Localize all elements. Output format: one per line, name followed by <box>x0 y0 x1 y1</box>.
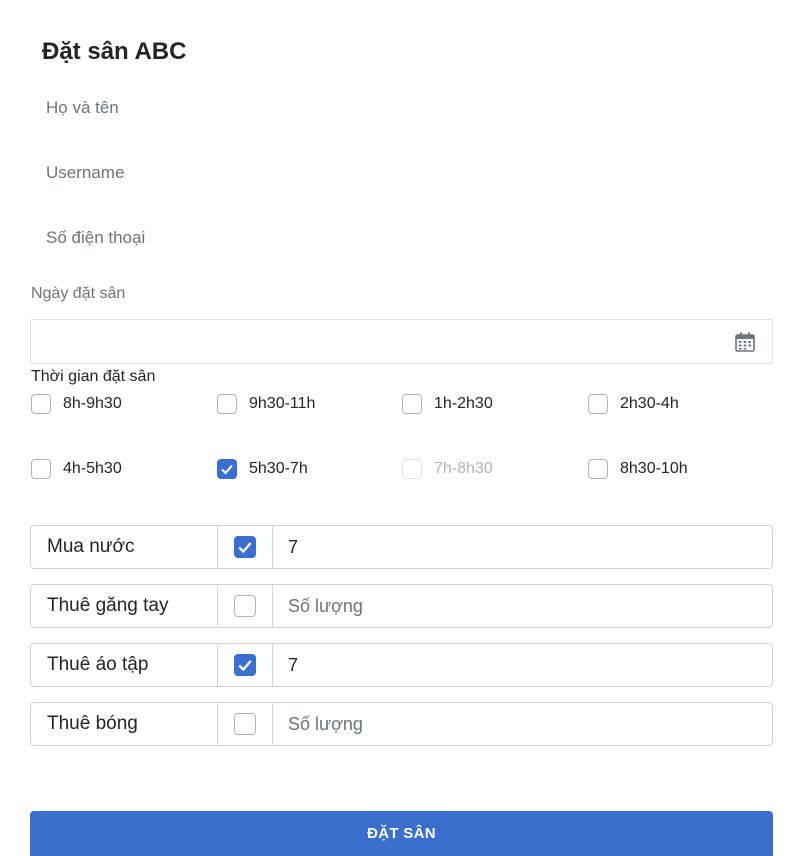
extra-label: Thuê bóng <box>31 703 218 745</box>
time-slot[interactable]: 8h-9h30 <box>31 392 122 416</box>
checkmark-icon <box>221 464 233 475</box>
time-slot[interactable]: 5h30-7h <box>217 457 308 481</box>
time-slot-label: 2h30-4h <box>620 395 679 412</box>
book-court-button[interactable]: ĐẶT SÂN <box>30 811 773 856</box>
date-picker-field[interactable] <box>30 319 773 364</box>
username-input[interactable] <box>30 151 773 195</box>
phone-input[interactable] <box>30 216 773 260</box>
time-slot-label: 4h-5h30 <box>63 460 122 477</box>
time-slot-label: 9h30-11h <box>249 395 316 412</box>
extra-row-gloves: Thuê găng tay <box>30 584 773 628</box>
checkbox[interactable] <box>31 394 51 414</box>
booking-form: Đặt sân ABC Ngày đặt sân Thời gian đặt s… <box>0 0 791 856</box>
date-label: Ngày đặt sân <box>31 285 126 302</box>
time-slot[interactable]: 9h30-11h <box>217 392 315 416</box>
extra-label: Thuê áo tập <box>31 644 218 686</box>
checkmark-icon <box>238 542 252 554</box>
extra-row-ball: Thuê bóng <box>30 702 773 746</box>
checkbox[interactable] <box>217 459 237 479</box>
extra-label: Thuê găng tay <box>31 585 218 627</box>
time-label: Thời gian đặt sân <box>31 368 156 385</box>
checkbox[interactable] <box>217 394 237 414</box>
time-slot-label: 7h-8h30 <box>434 460 493 477</box>
checkmark-icon <box>238 660 252 672</box>
checkbox[interactable] <box>31 459 51 479</box>
checkbox[interactable] <box>588 459 608 479</box>
checkbox[interactable] <box>588 394 608 414</box>
time-slot[interactable]: 1h-2h30 <box>402 392 493 416</box>
calendar-icon[interactable] <box>735 332 755 352</box>
extra-row-water: Mua nước <box>30 525 773 569</box>
quantity-input[interactable] <box>273 585 772 627</box>
time-slot-label: 5h30-7h <box>249 460 308 477</box>
full-name-input[interactable] <box>30 86 773 130</box>
extra-row-jersey: Thuê áo tập <box>30 643 773 687</box>
checkbox[interactable] <box>402 459 422 479</box>
time-slot[interactable]: 2h30-4h <box>588 392 679 416</box>
extra-label: Mua nước <box>31 526 218 568</box>
checkbox[interactable] <box>402 394 422 414</box>
time-slot-label: 1h-2h30 <box>434 395 493 412</box>
time-slot-label: 8h-9h30 <box>63 395 122 412</box>
time-slot-label: 8h30-10h <box>620 460 688 477</box>
quantity-input[interactable] <box>273 703 772 745</box>
time-slot[interactable]: 7h-8h30 <box>402 457 493 481</box>
quantity-input[interactable] <box>273 526 772 568</box>
time-slot[interactable]: 4h-5h30 <box>31 457 122 481</box>
time-slot[interactable]: 8h30-10h <box>588 457 688 481</box>
checkbox[interactable] <box>234 713 256 735</box>
checkbox[interactable] <box>234 536 256 558</box>
checkbox[interactable] <box>234 654 256 676</box>
checkbox[interactable] <box>234 595 256 617</box>
quantity-input[interactable] <box>273 644 772 686</box>
page-title: Đặt sân ABC <box>42 38 187 65</box>
